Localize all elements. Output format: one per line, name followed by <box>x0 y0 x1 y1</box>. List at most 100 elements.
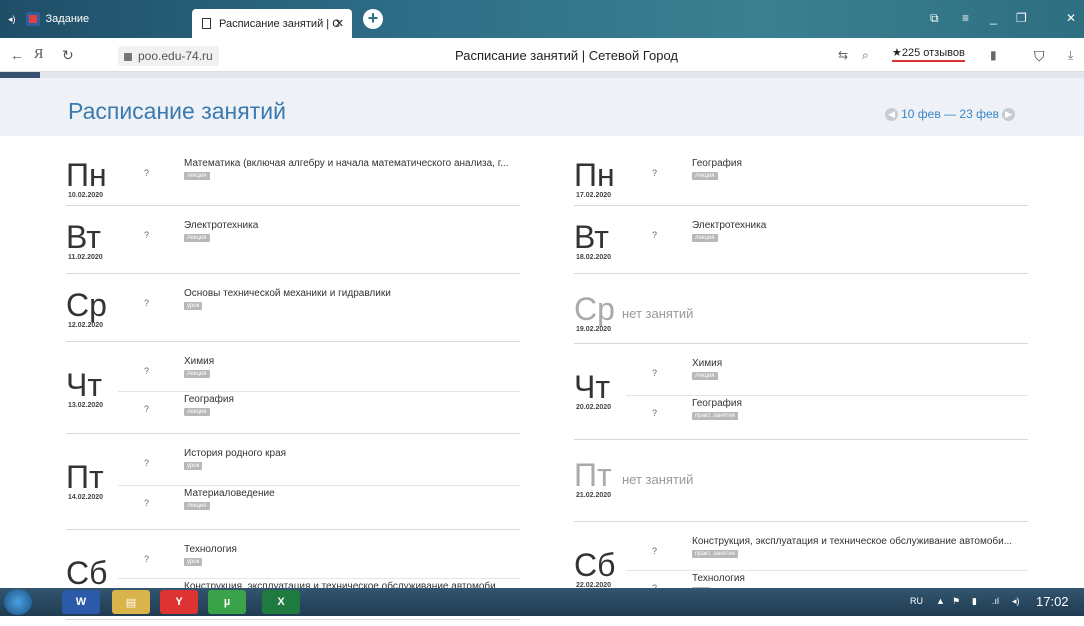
lock-icon <box>124 52 132 61</box>
lesson-list: ? География лекция <box>626 150 1028 200</box>
yandex-icon[interactable]: Y <box>160 590 198 614</box>
reviews-button[interactable]: ★225 отзывов <box>892 46 965 62</box>
lesson-subject[interactable]: Химия <box>184 356 524 367</box>
lesson-number: ? <box>144 404 150 414</box>
lesson-number: ? <box>144 168 150 178</box>
clock[interactable]: 17:02 <box>1036 594 1069 609</box>
lesson-type-badge: урок <box>184 558 203 566</box>
lesson-subject[interactable]: Электротехника <box>184 220 524 231</box>
lesson-row[interactable]: ? Химия лекция <box>626 356 1028 396</box>
volume-icon[interactable]: ◂) <box>1012 596 1020 607</box>
tab-label: Задание <box>45 13 90 25</box>
day-block: Чт 13.02.2020? Химия лекция? География лекция <box>66 348 520 434</box>
menu-icon[interactable]: ≡ <box>962 11 969 25</box>
lesson-subject[interactable]: Математика (включая алгебру и начала мат… <box>184 158 524 169</box>
signal-icon[interactable]: .ıl <box>992 596 999 606</box>
url-text: poo.edu-74.ru <box>138 49 213 63</box>
lesson-subject[interactable]: Электротехника <box>692 220 1032 231</box>
tab-manager-icon[interactable]: ⧉ <box>930 11 939 26</box>
tab-zadanie[interactable]: ◂) Задание <box>8 8 198 30</box>
lesson-row[interactable]: ? География лекция <box>626 156 1028 200</box>
lesson-subject[interactable]: География <box>692 158 1032 169</box>
day-wrapper: Вт 11.02.2020? Электротехника лекция <box>66 212 520 274</box>
day-wrapper: Ср 19.02.2020 нет занятий <box>574 280 1028 344</box>
close-window-icon[interactable]: ✕ <box>1066 11 1076 25</box>
day-wrapper: Вт 18.02.2020? Электротехника лекция <box>574 212 1028 274</box>
lesson-row[interactable]: ? История родного края урок <box>118 446 520 486</box>
close-tab-icon[interactable]: ✕ <box>335 17 344 30</box>
download-icon[interactable]: ⤓ <box>1068 48 1073 63</box>
lesson-row[interactable]: ? Материаловедение лекция <box>118 486 520 526</box>
lesson-subject[interactable]: География <box>692 398 1032 409</box>
day-block: Пт 14.02.2020? История родного края урок? Ма… <box>66 440 520 530</box>
excel-icon[interactable]: X <box>262 590 300 614</box>
next-week-icon[interactable]: ▶ <box>1002 107 1015 121</box>
lesson-subject[interactable]: Конструкция, эксплуатация и техническое … <box>692 536 1032 547</box>
word-icon[interactable]: W <box>62 590 100 614</box>
search-icon[interactable]: ⌕ <box>862 48 869 63</box>
back-icon[interactable]: ← <box>10 47 24 63</box>
lesson-number: ? <box>144 298 150 308</box>
day-block: Ср 12.02.2020? Основы технической механики… <box>66 280 520 342</box>
day-block: Вт 11.02.2020? Электротехника лекция <box>66 212 520 274</box>
protect-icon[interactable]: ⛉ <box>1034 48 1045 65</box>
day-wrapper: Ср 12.02.2020? Основы технической механики… <box>66 280 520 342</box>
start-button[interactable] <box>4 589 32 615</box>
lesson-row[interactable]: ? География практ. занятие <box>626 396 1028 436</box>
explorer-icon[interactable]: ▤ <box>112 590 150 614</box>
translate-icon[interactable]: ⇆ <box>838 48 848 62</box>
lesson-type-badge: лекция <box>692 372 718 380</box>
lesson-subject[interactable]: География <box>184 394 524 405</box>
lesson-subject[interactable]: Основы технической механики и гидравлики <box>184 288 524 299</box>
lesson-row[interactable]: ? Электротехника лекция <box>626 218 1028 268</box>
day-block: Вт 18.02.2020? Электротехника лекция <box>574 212 1028 274</box>
prev-week-icon[interactable]: ◀ <box>885 107 899 121</box>
utorrent-icon[interactable]: µ <box>208 590 246 614</box>
new-tab-button[interactable]: + <box>363 9 383 29</box>
lesson-subject[interactable]: Химия <box>692 358 1032 369</box>
speaker-icon[interactable]: ◂) <box>8 14 16 25</box>
reload-icon[interactable]: ↻ <box>62 47 74 64</box>
schedule-header: Расписание занятий ◀ 10 фев — 23 фев ▶ <box>0 78 1084 136</box>
lesson-list: ? Основы технической механики и гидравлик… <box>118 280 520 336</box>
day-wrapper: Пт 14.02.2020? История родного края урок? Ма… <box>66 440 520 530</box>
lesson-subject[interactable]: История родного края <box>184 448 524 459</box>
lesson-number: ? <box>652 368 658 378</box>
lesson-row[interactable]: ? География лекция <box>118 392 520 430</box>
bookmark-icon[interactable]: ▮ <box>990 48 997 62</box>
lesson-number: ? <box>144 230 150 240</box>
language-indicator[interactable]: RU <box>910 596 923 606</box>
lesson-row[interactable]: ? Химия лекция <box>118 354 520 392</box>
flag-icon[interactable]: ⚑ <box>952 596 960 607</box>
lesson-list: ? Химия лекция? География лекция <box>118 348 520 430</box>
lesson-row[interactable]: ? Математика (включая алгебру и начала ма… <box>118 156 520 200</box>
network-icon[interactable]: ▮ <box>972 596 977 607</box>
lesson-type-badge: лекция <box>184 234 210 242</box>
lesson-subject[interactable]: Материаловедение <box>184 488 524 499</box>
yandex-logo-icon[interactable]: Я <box>34 47 43 63</box>
day-block: Пн 10.02.2020? Математика (включая алгебру… <box>66 150 520 206</box>
lesson-row[interactable]: ?Конструкция, эксплуатация и техническое… <box>626 534 1028 571</box>
lesson-number: ? <box>144 458 150 468</box>
lesson-subject[interactable]: Технология <box>692 573 1032 584</box>
no-lessons-label: нет занятий <box>622 306 694 321</box>
tab-schedule[interactable]: Расписание занятий | С ✕ <box>192 9 352 38</box>
url-field[interactable]: poo.edu-74.ru <box>118 46 219 66</box>
browser-tab-bar: ◂) Задание Расписание занятий | С ✕ + ⧉ … <box>0 0 1084 38</box>
page-title-bar: Расписание занятий | Сетевой Город <box>455 48 679 63</box>
lesson-subject[interactable]: Технология <box>184 544 524 555</box>
date-range[interactable]: 10 фев — 23 фев <box>901 107 999 121</box>
lesson-row[interactable]: ? Электротехника лекция <box>118 218 520 268</box>
lesson-type-badge: лекция <box>184 172 210 180</box>
lesson-type-badge: лекция <box>184 370 210 378</box>
day-wrapper: Пн 10.02.2020? Математика (включая алгебру… <box>66 150 520 206</box>
tray-expand-icon[interactable]: ▲ <box>936 596 945 606</box>
lesson-row[interactable]: ?Технологияурок <box>118 542 520 579</box>
lesson-list: ? Химия лекция? География практ. занятие <box>626 350 1028 436</box>
minimize-icon[interactable]: _ <box>990 11 997 25</box>
lesson-list: ? Электротехника лекция <box>118 212 520 268</box>
restore-icon[interactable]: ❐ <box>1016 11 1027 25</box>
lesson-row[interactable]: ? Основы технической механики и гидравлик… <box>118 286 520 336</box>
lesson-type-badge: лекция <box>692 234 718 242</box>
document-icon <box>202 18 211 29</box>
